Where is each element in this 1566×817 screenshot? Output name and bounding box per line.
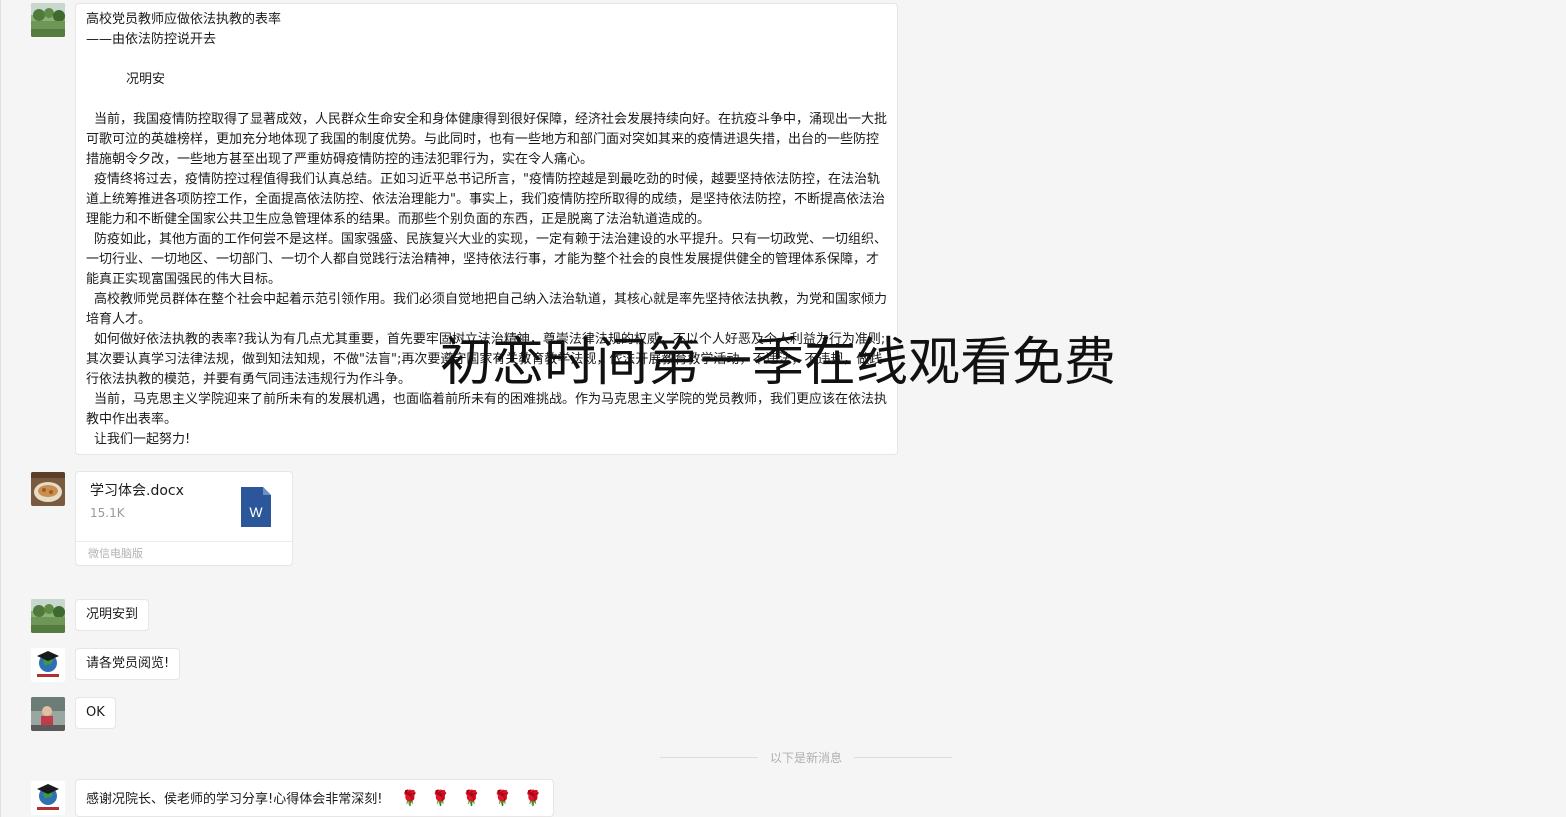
avatar-sender-food[interactable] [31,472,65,506]
article-title: 高校党员教师应做依法执教的表率 [86,12,282,27]
word-file-icon: W [241,487,271,527]
article-paragraph: 防疫如此，其他方面的工作何尝不是这样。国家强盛、民族复兴大业的实现，一定有赖于法… [86,232,888,287]
text-message-bubble[interactable]: 感谢况院长、侯老师的学习分享!心得体会非常深刻! 🌹 🌹 🌹 🌹 🌹 [75,779,554,817]
text-message-bubble[interactable]: 况明安到 [75,599,150,631]
message-text: 感谢况院长、侯老师的学习分享!心得体会非常深刻! [86,792,383,807]
article-subtitle: ——由依法防控说开去 [86,32,217,47]
overlay-watermark-text: 初恋时间第一季在线观看免费 [440,333,1117,393]
word-file-letter: W [249,504,263,520]
file-size: 15.1K [90,506,125,520]
message-text: 请各党员阅览! [86,656,170,671]
file-message-card[interactable]: 学习体会.docx 15.1K W 微信电脑版 [75,471,293,566]
article-paragraph: 让我们一起努力! [94,432,191,447]
file-name: 学习体会.docx [90,483,184,499]
avatar-sender-landscape[interactable] [31,599,65,633]
avatar-sender-university-logo[interactable] [31,781,65,815]
article-paragraph: 高校教师党员群体在整个社会中起着示范引领作用。我们必须自觉地把自己纳入法治轨道，… [86,292,888,327]
file-source-label: 微信电脑版 [88,547,143,560]
window-left-edge [0,0,1,817]
article-author: 况明安 [126,72,166,87]
rose-emoji-group: 🌹 🌹 🌹 🌹 🌹 [393,788,543,810]
message-text: 况明安到 [86,607,139,622]
avatar-sender-university-logo[interactable] [31,648,65,682]
rose-emoji: 🌹 [431,789,451,807]
avatar-sender-landscape[interactable] [31,3,65,37]
rose-emoji: 🌹 [400,789,420,807]
article-paragraph: 疫情终将过去，疫情防控过程值得我们认真总结。正如习近平总书记所言，"疫情防控越是… [86,172,885,227]
new-messages-divider-left [660,757,758,758]
new-messages-divider-label: 以下是新消息 [769,751,842,765]
rose-emoji: 🌹 [523,789,543,807]
avatar-sender-photo[interactable] [31,697,65,731]
article-paragraph: 当前，马克思主义学院迎来了前所未有的发展机遇，也面临着前所未有的困难挑战。作为马… [86,392,888,427]
rose-emoji: 🌹 [493,789,512,807]
file-card-divider [76,541,292,542]
text-message-bubble[interactable]: 请各党员阅览! [75,648,181,680]
message-text: OK [86,705,105,720]
rose-emoji: 🌹 [462,789,481,807]
article-paragraph: 当前，我国疫情防控取得了显著成效，人民群众生命安全和身体健康得到很好保障，经济社… [86,112,888,167]
text-message-bubble[interactable]: OK [75,697,116,729]
new-messages-divider-right [854,757,952,758]
